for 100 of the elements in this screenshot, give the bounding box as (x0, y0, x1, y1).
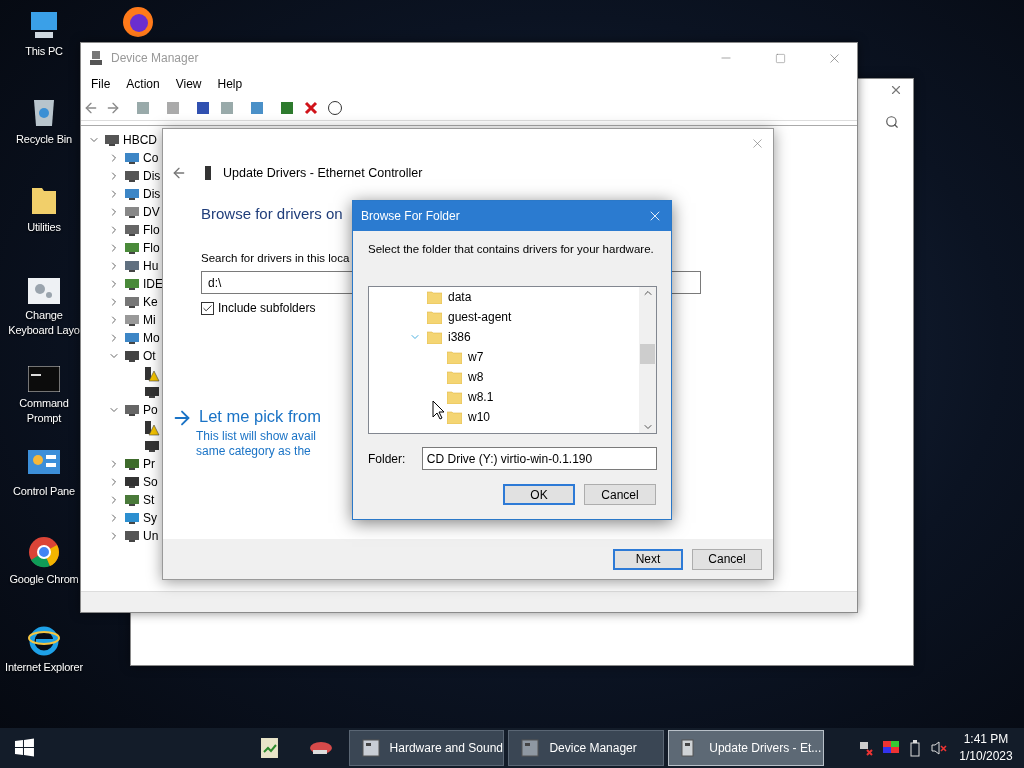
field-label: Folder: (368, 451, 407, 466)
folder-icon (447, 350, 462, 364)
device-icon (124, 151, 140, 165)
tree-item-label[interactable]: Flo (143, 223, 160, 237)
menu-item[interactable]: Action (118, 77, 168, 91)
muted-speaker-icon[interactable] (930, 740, 949, 756)
device-icon (104, 133, 120, 147)
desktop-icon-label[interactable]: Recycle Bin (16, 132, 72, 147)
dialog-button[interactable]: Next (613, 548, 683, 570)
tree-item-label[interactable]: DV (143, 205, 160, 219)
tree-item-label[interactable]: Ot (143, 349, 156, 363)
folder-icon (447, 410, 462, 424)
desktop-icon-label[interactable]: Internet Explorer (5, 660, 83, 675)
desktop-icon-label[interactable]: Utilities (27, 220, 61, 235)
toolbar-icon[interactable] (279, 99, 295, 116)
tree-item-label[interactable]: Po (143, 403, 158, 417)
device-icon (124, 259, 140, 273)
dialog-button[interactable]: Cancel (584, 484, 656, 505)
tree-item-label[interactable]: Un (143, 529, 159, 543)
link-description: This list will show avail same category as the (196, 429, 317, 459)
tree-item-label[interactable]: HBCD (123, 133, 157, 147)
device-icon (124, 295, 140, 309)
dialog-title: Browse For Folder (361, 209, 461, 223)
desktop-icon-label[interactable]: Change Keyboard Layo (6, 308, 82, 338)
desktop-icon-label[interactable]: This PC (25, 44, 63, 59)
folder-icon (447, 370, 462, 384)
tree-item-label[interactable]: Pr (143, 457, 155, 471)
device-icon (144, 439, 160, 453)
window-title: Device Manager (111, 51, 200, 65)
device-icon (203, 165, 213, 181)
close-icon[interactable] (889, 83, 903, 97)
folder-name[interactable]: guest-agent (448, 310, 512, 324)
task-app-icon (359, 737, 382, 759)
maximize-icon (774, 52, 786, 64)
browser-shortcut-icon[interactable] (122, 6, 154, 38)
tree-item-label[interactable]: Dis (143, 169, 161, 183)
tree-item-label[interactable]: IDE (143, 277, 163, 291)
folder-field[interactable]: CD Drive (Y:) virtio-win-0.1.190 (421, 447, 657, 470)
usb-device-icon[interactable] (908, 739, 923, 757)
tree-item-label[interactable]: Hu (143, 259, 159, 273)
taskbar-button[interactable]: Device Manager (508, 730, 665, 766)
desktop-icon-label[interactable]: Command Prompt (6, 396, 82, 426)
dialog-button[interactable]: Cancel (692, 548, 762, 570)
folder-icon (447, 390, 462, 404)
clock-date[interactable]: 1/10/2023 (959, 748, 1013, 765)
folder-name[interactable]: data (448, 290, 472, 304)
menu-item[interactable]: File (83, 77, 119, 91)
toolbar-icon[interactable] (303, 99, 319, 116)
device-icon (124, 493, 140, 507)
folder-icon (427, 290, 442, 304)
tree-item-label[interactable]: Mo (143, 331, 160, 345)
device-icon (144, 385, 160, 399)
toolbar-icon[interactable] (327, 99, 343, 116)
folder-name[interactable]: w7 (468, 350, 484, 364)
device-icon (124, 313, 140, 327)
search-icon[interactable] (885, 115, 899, 129)
clock-time[interactable]: 1:41 PM (963, 731, 1009, 748)
desktop-icon-label[interactable]: Control Pane (13, 484, 75, 499)
desktop-icon-label[interactable]: Google Chrom (9, 572, 79, 587)
menu-item[interactable]: View (167, 77, 210, 91)
dialog-button[interactable]: OK (503, 484, 575, 505)
tree-item-label[interactable]: So (143, 475, 158, 489)
desktop-shortcut-icon[interactable] (28, 534, 60, 568)
device-icon (124, 331, 140, 345)
device-icon (124, 511, 140, 525)
pick-driver-link[interactable]: Let me pick from (199, 407, 321, 429)
device-icon (124, 403, 140, 417)
scroll-thumb[interactable] (640, 344, 655, 364)
device-icon (124, 475, 140, 489)
checkbox-label: Include subfolders (218, 301, 316, 315)
device-icon (124, 223, 140, 237)
folder-name[interactable]: w8.1 (468, 390, 494, 404)
tree-item-label[interactable]: Co (143, 151, 159, 165)
color-display-icon[interactable] (882, 740, 901, 756)
folder-name[interactable]: i386 (448, 330, 471, 344)
tree-item-label[interactable]: Flo (143, 241, 160, 255)
taskbar-button[interactable]: Hardware and Sound (348, 730, 505, 766)
tree-item-label[interactable]: Ke (143, 295, 158, 309)
checkbox[interactable] (201, 301, 214, 315)
computer-icon (89, 50, 103, 66)
tree-item-label[interactable]: Sy (143, 511, 157, 525)
folder-name[interactable]: w8 (468, 370, 484, 384)
toolbar-icon[interactable] (195, 99, 211, 116)
taskbar-button[interactable]: Update Drivers - Et... (668, 730, 825, 766)
device-icon (124, 349, 140, 363)
dialog-heading: Browse for drivers on (201, 205, 343, 222)
tree-item-label[interactable]: St (143, 493, 155, 507)
folder-name[interactable]: w10 (468, 410, 490, 424)
scrollbar[interactable] (639, 287, 656, 433)
dialog-title: Update Drivers - Ethernet Controller (223, 166, 423, 180)
device-icon (124, 205, 140, 219)
menu-item[interactable]: Help (209, 77, 251, 91)
warning-device-icon (144, 366, 160, 382)
tree-item-label[interactable]: Mi (143, 313, 156, 327)
device-icon (124, 277, 140, 291)
folder-icon (427, 330, 442, 344)
instruction-text: Select the folder that contains drivers for your hardware. (368, 243, 655, 255)
tree-item-label[interactable]: Dis (143, 187, 161, 201)
network-icon[interactable] (858, 740, 875, 756)
device-icon (124, 169, 140, 183)
